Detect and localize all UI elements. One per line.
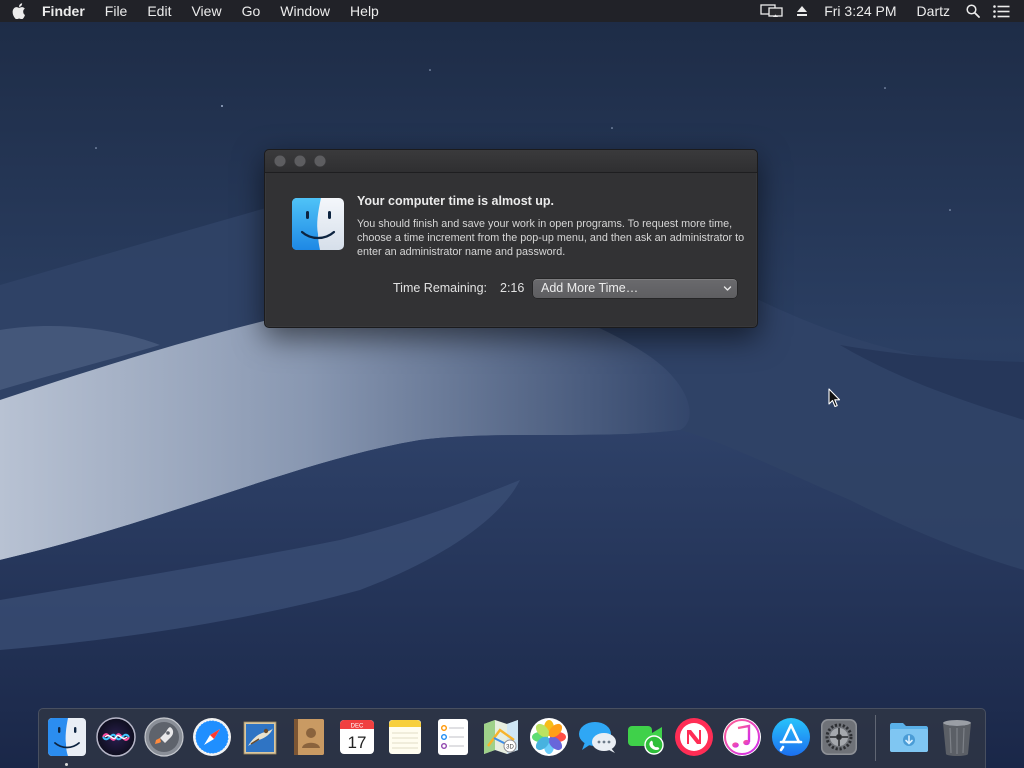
maps-icon: 3D	[484, 720, 518, 754]
parental-controls-time-alert: Your computer time is almost up. You sho…	[264, 149, 758, 328]
finder-icon	[48, 718, 86, 756]
launchpad-icon	[144, 717, 184, 757]
notification-center-menu[interactable]	[986, 0, 1016, 22]
alert-headline: Your computer time is almost up.	[357, 194, 555, 208]
trash-icon	[943, 720, 971, 756]
dock-facetime[interactable]	[625, 716, 667, 758]
mojave-dark-wallpaper	[0, 0, 1024, 768]
dock-contacts[interactable]	[288, 716, 330, 758]
menu-help[interactable]: Help	[340, 0, 389, 22]
add-more-time-popup[interactable]: Add More Time…	[533, 279, 737, 298]
messages-icon	[579, 722, 616, 753]
menu-view[interactable]: View	[181, 0, 231, 22]
dock-system-preferences[interactable]	[818, 716, 860, 758]
dock-finder[interactable]	[46, 716, 88, 758]
dock-maps[interactable]: 3D	[480, 716, 522, 758]
menu-file[interactable]: File	[95, 0, 138, 22]
calendar-icon: DEC 17	[340, 720, 374, 754]
apple-icon	[12, 3, 25, 19]
finder-running-indicator	[65, 763, 68, 766]
svg-text:3D: 3D	[506, 745, 514, 751]
dock-notes[interactable]	[384, 716, 426, 758]
popup-selected-label: Add More Time…	[541, 281, 639, 295]
zoom-button[interactable]	[314, 155, 326, 167]
dock-app-store[interactable]	[770, 716, 812, 758]
dock: DEC 17 3D	[38, 708, 986, 768]
dock-safari[interactable]	[191, 716, 233, 758]
calendar-month: DEC	[351, 724, 364, 730]
app-store-icon	[772, 718, 810, 756]
alert-titlebar[interactable]	[265, 150, 757, 173]
mail-icon	[243, 721, 277, 755]
menu-edit[interactable]: Edit	[137, 0, 181, 22]
menu-user[interactable]: Dartz	[907, 0, 960, 22]
dock-mail[interactable]	[239, 716, 281, 758]
dock-trash[interactable]	[936, 716, 978, 758]
notes-icon	[389, 720, 421, 754]
airplay-display-menu[interactable]	[754, 0, 790, 22]
facetime-icon	[628, 726, 664, 755]
dock-photos[interactable]	[528, 716, 570, 758]
system-preferences-icon	[821, 719, 857, 755]
dock-messages[interactable]	[577, 716, 619, 758]
desktop	[0, 0, 1024, 768]
dock-divider	[875, 715, 876, 761]
dock-news[interactable]	[673, 716, 715, 758]
dock-launchpad[interactable]	[143, 716, 185, 758]
dock-downloads-stack[interactable]	[888, 716, 930, 758]
airplay-display-icon	[760, 4, 783, 17]
mouse-pointer-icon	[828, 388, 841, 408]
itunes-icon	[723, 718, 761, 756]
eject-icon	[797, 6, 808, 16]
siri-icon	[96, 717, 136, 757]
dock-reminders[interactable]	[432, 716, 474, 758]
finder-icon	[291, 198, 345, 250]
time-remaining-value: 2:16	[500, 281, 525, 295]
alert-message: You should finish and save your work in …	[357, 218, 745, 258]
menu-finder[interactable]: Finder	[38, 0, 95, 22]
spotlight-search-icon	[966, 4, 980, 18]
apple-menu[interactable]	[0, 0, 38, 22]
dock-itunes[interactable]	[721, 716, 763, 758]
dock-calendar[interactable]: DEC 17	[336, 716, 378, 758]
time-remaining-label: Time Remaining:	[393, 281, 488, 295]
menu-bar: Finder File Edit View Go Window Help Fri…	[0, 0, 1024, 22]
notification-center-icon	[992, 4, 1009, 18]
downloads-folder-icon	[890, 723, 928, 752]
dock-siri[interactable]	[95, 716, 137, 758]
menu-go[interactable]: Go	[232, 0, 271, 22]
close-button[interactable]	[274, 155, 286, 167]
reminders-icon	[438, 719, 468, 755]
safari-icon	[193, 718, 231, 756]
menu-window[interactable]: Window	[270, 0, 340, 22]
eject-menu[interactable]	[790, 0, 814, 22]
photos-icon	[530, 718, 568, 756]
chevron-down-icon	[723, 286, 732, 291]
minimize-button[interactable]	[294, 155, 306, 167]
menu-bar-extras: Fri 3:24 PM Dartz	[754, 0, 1016, 22]
menu-clock[interactable]: Fri 3:24 PM	[814, 0, 906, 22]
news-icon	[675, 718, 713, 756]
calendar-day: 17	[348, 733, 367, 752]
contacts-icon	[294, 719, 324, 755]
spotlight-menu[interactable]	[960, 0, 986, 22]
